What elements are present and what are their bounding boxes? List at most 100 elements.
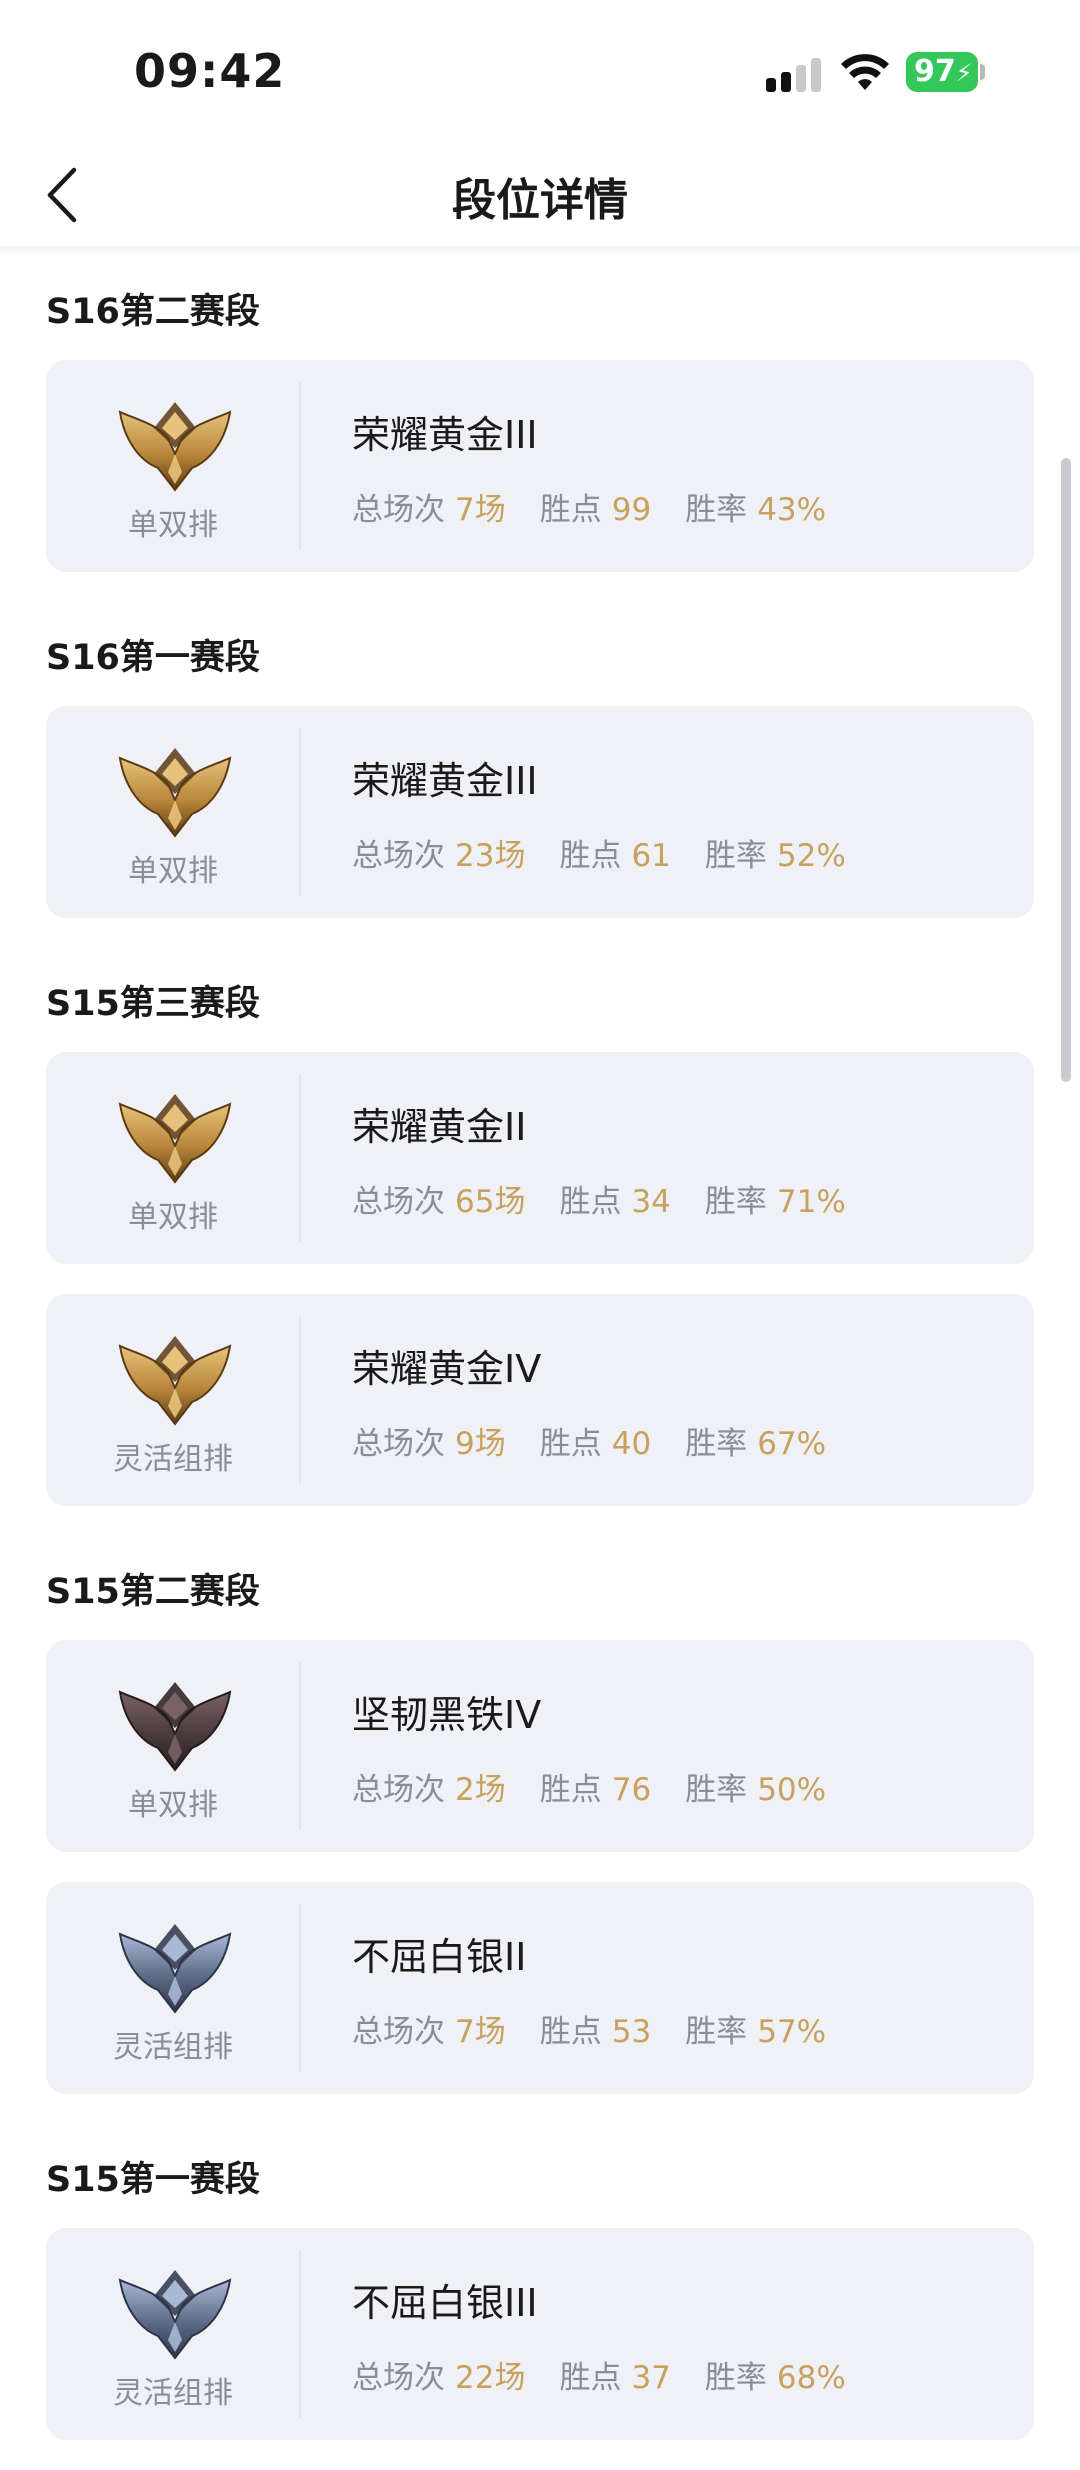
rank-history-list[interactable]: S16第二赛段 单双排 荣耀黄金III 总场次 7场 胜点 99 胜率 43% S16第一赛段 单双… — [46, 256, 1034, 2470]
rank-badge-area: 单双排 — [46, 1052, 300, 1264]
season-section: S15第二赛段 单双排 坚韧黑铁IV 总场次 2场 胜点 76 胜率 50% 灵活组排 不屈白银II… — [46, 1536, 1034, 2094]
nav-divider — [0, 246, 1080, 256]
queue-type-label: 单双排 — [128, 854, 218, 889]
rank-card[interactable]: 单双排 荣耀黄金II 总场次 65场 胜点 34 胜率 71% — [46, 1052, 1034, 1264]
battery-indicator: 97⚡ — [906, 52, 978, 92]
season-title: S16第一赛段 — [46, 638, 260, 678]
battery-cap — [980, 64, 985, 80]
rank-badge-area: 单双排 — [46, 1640, 300, 1852]
iron-emblem-icon — [116, 1674, 234, 1774]
silver-emblem-icon — [116, 1916, 234, 2016]
rank-badge-area: 单双排 — [46, 706, 300, 918]
rank-name: 荣耀黄金III — [352, 413, 538, 457]
winrate-label: 胜率 — [704, 1184, 767, 1220]
winrate-value: 67% — [757, 1426, 827, 1462]
rank-stats: 总场次 2场 胜点 76 胜率 50% — [352, 1764, 826, 1809]
rank-card[interactable]: 单双排 坚韧黑铁IV 总场次 2场 胜点 76 胜率 50% — [46, 1640, 1034, 1852]
card-divider — [299, 1662, 301, 1830]
queue-type-label: 灵活组排 — [113, 1442, 233, 1477]
winrate-value: 52% — [776, 838, 846, 874]
rank-card[interactable]: 灵活组排 不屈白银III 总场次 22场 胜点 37 胜率 68% — [46, 2228, 1034, 2440]
silver-emblem-icon — [116, 2262, 234, 2362]
winrate-value: 71% — [776, 1184, 846, 1220]
season-section: S15第一赛段 灵活组排 不屈白银III 总场次 22场 胜点 37 胜率 68% — [46, 2124, 1034, 2440]
season-section: S15第三赛段 单双排 荣耀黄金II 总场次 65场 胜点 34 胜率 71% 灵活组排 荣耀黄金I… — [46, 948, 1034, 1506]
rank-card[interactable]: 单双排 荣耀黄金III 总场次 7场 胜点 99 胜率 43% — [46, 360, 1034, 572]
rank-stats: 总场次 7场 胜点 53 胜率 57% — [352, 2006, 826, 2051]
season-title: S15第一赛段 — [46, 2160, 260, 2200]
cellular-signal-icon — [766, 58, 822, 92]
points-label: 胜点 — [559, 1184, 622, 1220]
points-label: 胜点 — [539, 492, 602, 528]
winrate-value: 57% — [757, 2014, 827, 2050]
card-divider — [299, 382, 301, 550]
games-value: 23场 — [455, 838, 526, 874]
points-value: 34 — [631, 1184, 671, 1220]
rank-name: 不屈白银II — [352, 1935, 527, 1979]
card-divider — [299, 1316, 301, 1484]
winrate-label: 胜率 — [685, 1426, 748, 1462]
games-value: 7场 — [455, 2014, 506, 2050]
rank-badge-area: 灵活组排 — [46, 1882, 300, 2094]
rank-card[interactable]: 单双排 荣耀黄金III 总场次 23场 胜点 61 胜率 52% — [46, 706, 1034, 918]
points-value: 53 — [611, 2014, 652, 2050]
winrate-value: 43% — [757, 492, 827, 528]
card-divider — [299, 2250, 301, 2418]
rank-name: 荣耀黄金IV — [352, 1347, 542, 1391]
page-title: 段位详情 — [452, 175, 628, 226]
games-label: 总场次 — [352, 2014, 445, 2050]
rank-stats: 总场次 65场 胜点 34 胜率 71% — [352, 1176, 846, 1221]
points-label: 胜点 — [559, 838, 622, 874]
card-divider — [299, 728, 301, 896]
games-label: 总场次 — [352, 492, 445, 528]
games-label: 总场次 — [352, 1184, 445, 1220]
games-value: 22场 — [455, 2360, 526, 2396]
status-time: 09:42 — [134, 44, 286, 98]
games-value: 9场 — [455, 1426, 506, 1462]
games-label: 总场次 — [352, 1426, 445, 1462]
season-title: S15第二赛段 — [46, 1572, 260, 1612]
navigation-bar: 段位详情 — [0, 140, 1080, 246]
rank-stats: 总场次 9场 胜点 40 胜率 67% — [352, 1418, 826, 1463]
winrate-value: 50% — [757, 1772, 827, 1808]
points-value: 61 — [631, 838, 671, 874]
scrollbar[interactable] — [1061, 458, 1071, 1082]
status-bar: 09:42 97⚡ — [0, 0, 1080, 140]
winrate-label: 胜率 — [685, 2014, 748, 2050]
gold-emblem-icon — [116, 1086, 234, 1186]
games-label: 总场次 — [352, 838, 445, 874]
wifi-icon — [841, 54, 889, 90]
points-label: 胜点 — [539, 1772, 602, 1808]
rank-stats: 总场次 22场 胜点 37 胜率 68% — [352, 2352, 846, 2397]
points-value: 40 — [611, 1426, 652, 1462]
winrate-label: 胜率 — [685, 1772, 748, 1808]
rank-stats: 总场次 23场 胜点 61 胜率 52% — [352, 830, 846, 875]
gold-emblem-icon — [116, 1328, 234, 1428]
winrate-label: 胜率 — [704, 838, 767, 874]
points-value: 37 — [631, 2360, 671, 2396]
points-label: 胜点 — [539, 2014, 602, 2050]
season-section: S16第二赛段 单双排 荣耀黄金III 总场次 7场 胜点 99 胜率 43% — [46, 256, 1034, 572]
rank-name: 坚韧黑铁IV — [352, 1693, 542, 1737]
winrate-label: 胜率 — [685, 492, 748, 528]
games-value: 65场 — [455, 1184, 526, 1220]
games-label: 总场次 — [352, 1772, 445, 1808]
card-divider — [299, 1904, 301, 2072]
points-label: 胜点 — [539, 1426, 602, 1462]
games-value: 2场 — [455, 1772, 506, 1808]
points-value: 76 — [611, 1772, 652, 1808]
card-divider — [299, 1074, 301, 1242]
queue-type-label: 灵活组排 — [113, 2376, 233, 2411]
gold-emblem-icon — [116, 394, 234, 494]
gold-emblem-icon — [116, 740, 234, 840]
season-title: S15第三赛段 — [46, 984, 260, 1024]
queue-type-label: 单双排 — [128, 1788, 218, 1823]
rank-card[interactable]: 灵活组排 不屈白银II 总场次 7场 胜点 53 胜率 57% — [46, 1882, 1034, 2094]
rank-card[interactable]: 灵活组排 荣耀黄金IV 总场次 9场 胜点 40 胜率 67% — [46, 1294, 1034, 1506]
rank-name: 不屈白银III — [352, 2281, 538, 2325]
rank-badge-area: 灵活组排 — [46, 1294, 300, 1506]
rank-badge-area: 灵活组排 — [46, 2228, 300, 2440]
winrate-value: 68% — [776, 2360, 846, 2396]
games-label: 总场次 — [352, 2360, 445, 2396]
queue-type-label: 单双排 — [128, 508, 218, 543]
